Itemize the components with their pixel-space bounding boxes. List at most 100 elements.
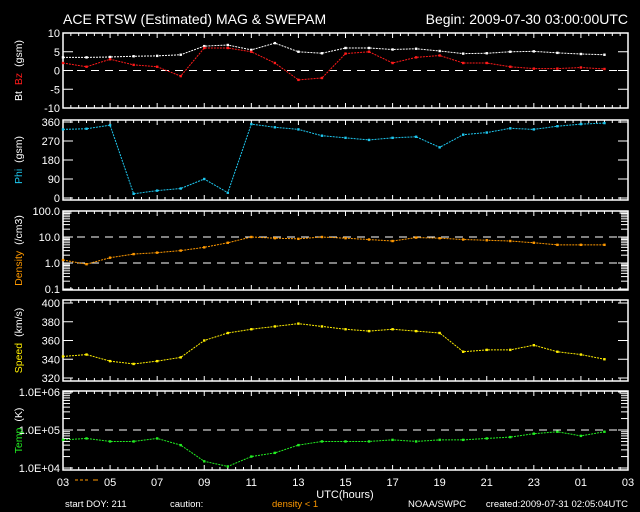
- y-axis-label-part: (km/s): [13, 308, 25, 337]
- point-bt: [579, 52, 583, 56]
- point-phi: [485, 131, 488, 134]
- panel-frame: [62, 299, 629, 382]
- point-bt: [320, 52, 324, 55]
- panel-frame: [62, 210, 629, 291]
- point-temp: [603, 430, 606, 433]
- point-density: [556, 243, 559, 247]
- point-bt: [485, 52, 488, 55]
- point-density: [250, 235, 253, 239]
- point-temp: [556, 430, 559, 433]
- y-tick-label: 360: [42, 336, 60, 348]
- point-bz: [462, 61, 465, 65]
- point-phi: [85, 127, 88, 130]
- point-bt: [462, 52, 465, 55]
- chart-title: ACE RTSW (Estimated) MAG & SWEPAM: [63, 11, 326, 27]
- caution-label: caution:: [170, 499, 203, 510]
- y-tick-label: 1.0E+04: [19, 463, 60, 475]
- y-axis-label-density: Density (/cm3): [13, 215, 25, 286]
- point-speed: [155, 359, 159, 363]
- point-temp: [462, 438, 465, 442]
- point-bz: [179, 74, 182, 78]
- point-temp: [179, 443, 182, 447]
- point-speed: [132, 362, 135, 366]
- y-tick-label: 0: [54, 193, 60, 205]
- point-phi: [367, 138, 371, 142]
- point-phi: [344, 136, 347, 140]
- point-phi: [250, 122, 253, 126]
- point-phi: [556, 125, 559, 128]
- point-bt: [391, 48, 394, 51]
- panels: 1050-5-10BtBz(gsm)360270180900Phi(gsm)10…: [13, 28, 629, 475]
- point-phi: [155, 189, 159, 192]
- point-phi: [509, 127, 512, 130]
- point-density: [367, 238, 371, 241]
- y-tick-label: 320: [42, 373, 60, 385]
- point-bz: [556, 67, 559, 70]
- x-tick-label: 19: [434, 477, 446, 489]
- point-bz: [226, 46, 229, 50]
- point-bt: [226, 43, 229, 47]
- point-bt: [108, 55, 112, 59]
- panel-phi: 360 270 180 90 0 Phi (gsm): [13, 117, 629, 205]
- series-speed-line: [62, 323, 605, 365]
- point-speed: [579, 353, 583, 356]
- x-axis-label: UTC(hours): [316, 489, 373, 501]
- point-temp: [85, 437, 88, 440]
- panel-temp: 1.0E+061.0E+051.0E+04Temp(K): [13, 387, 629, 475]
- point-density: [203, 246, 206, 249]
- point-phi: [132, 192, 135, 195]
- point-phi: [273, 126, 277, 129]
- point-speed: [556, 350, 559, 353]
- point-density: [61, 258, 65, 262]
- point-density: [108, 256, 112, 259]
- point-bt: [179, 53, 182, 56]
- point-temp: [132, 440, 135, 443]
- point-bt: [297, 50, 300, 53]
- point-bz: [132, 63, 135, 67]
- point-density: [320, 235, 324, 239]
- point-bt: [532, 50, 536, 53]
- point-temp: [61, 438, 65, 442]
- point-bz: [344, 52, 347, 55]
- series-temp-line: [62, 431, 605, 467]
- point-density: [438, 236, 441, 240]
- point-speed: [273, 325, 277, 328]
- x-tick-label: 05: [104, 477, 116, 489]
- x-tick-label: 17: [386, 477, 398, 489]
- point-speed: [462, 350, 465, 353]
- y-tick-label: 5: [54, 47, 60, 59]
- point-temp: [226, 465, 229, 468]
- point-bz: [273, 61, 277, 65]
- point-phi: [603, 121, 606, 125]
- point-speed: [179, 356, 182, 359]
- point-speed: [203, 339, 206, 342]
- point-speed: [320, 325, 324, 328]
- point-bt: [438, 49, 441, 53]
- point-bz: [509, 65, 512, 68]
- y-axis-label-part: (gsm): [13, 136, 25, 163]
- point-speed: [226, 331, 229, 335]
- y-axis-label-phi: Phi (gsm): [13, 136, 25, 184]
- y-tick-label: 1.0: [45, 258, 60, 270]
- point-temp: [367, 440, 371, 443]
- y-axis-label-part: (K): [13, 408, 25, 422]
- y-tick-label: 1.0E+06: [19, 387, 60, 399]
- point-phi: [203, 177, 206, 181]
- point-bz: [61, 61, 65, 65]
- y-axis-label-speed: Speed (km/s): [13, 308, 25, 374]
- point-bt: [61, 56, 65, 59]
- point-speed: [391, 328, 394, 331]
- point-speed: [414, 329, 418, 333]
- x-tick-label: 13: [292, 477, 304, 489]
- point-phi: [579, 122, 583, 126]
- point-bt: [603, 53, 606, 56]
- caution-note: density < 1: [272, 499, 318, 510]
- point-bz: [579, 66, 583, 69]
- x-tick-label: 21: [481, 477, 493, 489]
- point-bz: [603, 67, 606, 71]
- point-speed: [344, 328, 347, 331]
- y-axis-label-part: Density: [13, 250, 25, 286]
- point-phi: [391, 136, 394, 140]
- point-bz: [391, 61, 394, 65]
- point-speed: [438, 331, 441, 335]
